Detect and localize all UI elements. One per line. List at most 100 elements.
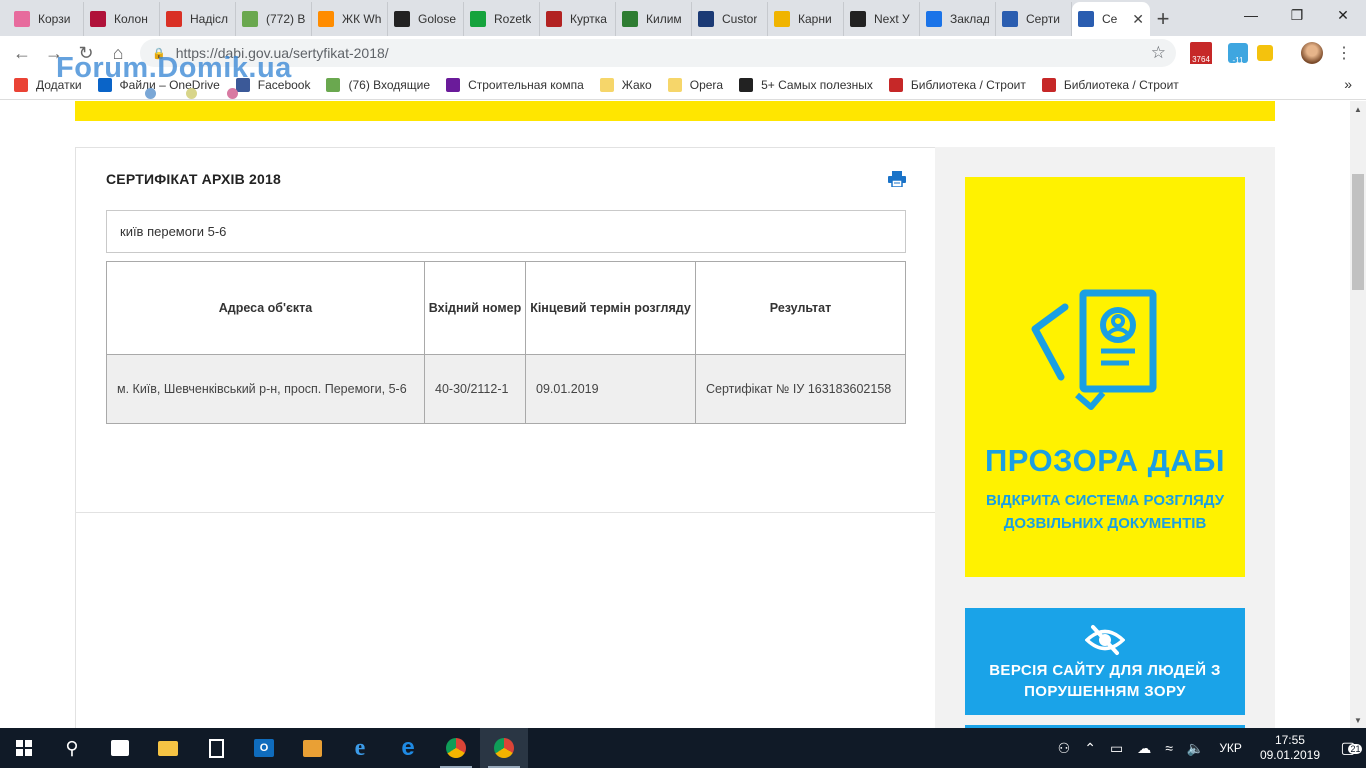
chrome-icon[interactable] xyxy=(432,728,480,768)
tab[interactable]: Rozetk xyxy=(464,2,540,36)
bookmarks-overflow-icon[interactable]: » xyxy=(1344,76,1352,92)
inbox-extension-icon[interactable]: -11 xyxy=(1226,41,1250,65)
prozora-dabi-banner[interactable]: ПРОЗОРА ДАБІ ВІДКРИТА СИСТЕМА РОЗГЛЯДУ Д… xyxy=(965,177,1245,577)
new-tab-button[interactable]: + xyxy=(1150,2,1176,36)
banner-subtitle-line2: ДОЗВІЛЬНИХ ДОКУМЕНТІВ xyxy=(1003,515,1207,532)
people-icon[interactable]: ⚇ xyxy=(1058,740,1071,757)
page-title: СЕРТИФІКАТ АРХІВ 2018 xyxy=(106,171,281,187)
avatar[interactable] xyxy=(1300,41,1324,65)
bookmark-label: Opera xyxy=(689,77,724,92)
accessibility-version-button[interactable]: ВЕРСІЯ САЙТУ ДЛЯ ЛЮДЕЙ З ПОРУШЕННЯМ ЗОРУ xyxy=(965,608,1245,715)
tab[interactable]: Серти xyxy=(996,2,1072,36)
scroll-down-icon[interactable]: ▼ xyxy=(1350,712,1366,728)
square-icon xyxy=(318,11,334,27)
tab-label: Golose xyxy=(418,12,457,26)
tab[interactable]: Карни xyxy=(768,2,844,36)
gmail-extension-icon[interactable]: 3764 xyxy=(1189,41,1213,65)
bookmark-item[interactable]: Opera xyxy=(667,77,724,92)
globe-icon xyxy=(1078,11,1094,27)
file-explorer-icon[interactable] xyxy=(144,728,192,768)
store-icon[interactable] xyxy=(96,728,144,768)
maximize-icon[interactable]: ❐ xyxy=(1274,0,1320,30)
tab[interactable]: Custor xyxy=(692,2,768,36)
back-icon[interactable]: ← xyxy=(6,37,38,69)
tab-label: ЖК Wh xyxy=(342,12,381,26)
url-text[interactable]: https://dabi.gov.ua/sertyfikat-2018/ xyxy=(176,45,1151,61)
save-extension-icon[interactable] xyxy=(1255,41,1275,65)
tab[interactable]: Заклад xyxy=(920,2,996,36)
cloud-icon[interactable]: ☁ xyxy=(1137,740,1151,757)
bookmark-item[interactable]: Строительная компа xyxy=(446,77,584,92)
bookmark-item[interactable]: (76) Входящие xyxy=(326,77,431,92)
mail-icon xyxy=(326,77,341,92)
bookmark-item[interactable]: 5+ Самых полезных xyxy=(739,77,873,92)
scroll-up-icon[interactable]: ▲ xyxy=(1350,101,1366,117)
volume-icon[interactable]: 🔈 xyxy=(1187,740,1204,757)
banner-subtitle-line1: ВІДКРИТА СИСТЕМА РОЗГЛЯДУ xyxy=(985,492,1225,509)
cell-incoming-number: 40-30/2112-1 xyxy=(424,354,526,424)
bookmark-star-icon[interactable]: ☆ xyxy=(1151,43,1166,63)
bookmark-item[interactable]: Библиотека / Строит xyxy=(888,77,1026,92)
bookmark-label: (76) Входящие xyxy=(348,77,431,92)
tab-active[interactable]: Се ✕ xyxy=(1072,2,1150,36)
bookmark-item[interactable]: Жако xyxy=(599,77,652,92)
clock-time: 17:55 xyxy=(1274,733,1305,747)
calculator-icon[interactable] xyxy=(192,728,240,768)
language-indicator[interactable]: УКР xyxy=(1219,741,1242,755)
search-input[interactable] xyxy=(106,210,906,253)
sidebar: ПРОЗОРА ДАБІ ВІДКРИТА СИСТЕМА РОЗГЛЯДУ Д… xyxy=(935,147,1275,728)
apps-icon xyxy=(14,77,28,92)
chrome-active-icon[interactable] xyxy=(480,728,528,768)
search-icon[interactable]: ⚲ xyxy=(48,728,96,768)
tab[interactable]: Next У xyxy=(844,2,920,36)
tab[interactable]: (772) В xyxy=(236,2,312,36)
tab[interactable]: Килим xyxy=(616,2,692,36)
close-window-icon[interactable]: ✕ xyxy=(1320,0,1366,30)
scrollbar-thumb[interactable] xyxy=(1352,174,1364,290)
results-table: Адреса об'єкта Вхідний номер Кінцевий те… xyxy=(106,261,906,424)
folder-icon xyxy=(599,77,614,92)
tab[interactable]: Колон xyxy=(84,2,160,36)
star-icon xyxy=(926,11,942,27)
windows-start-icon[interactable] xyxy=(0,728,48,768)
minimize-icon[interactable]: — xyxy=(1228,0,1274,30)
wifi-icon[interactable]: ≈ xyxy=(1165,740,1173,756)
accessibility-text-line2: ПОРУШЕННЯМ ЗОРУ xyxy=(1024,683,1186,700)
tab[interactable]: Куртка xyxy=(540,2,616,36)
tab-label: Custor xyxy=(722,12,758,26)
tab[interactable]: Надісл xyxy=(160,2,236,36)
exclamation-icon xyxy=(90,11,106,27)
tab-strip: Корзи Колон Надісл (772) В ЖК Wh Golose Rozetk… xyxy=(0,0,1366,36)
tab[interactable]: Корзи xyxy=(8,2,84,36)
blog-icon xyxy=(739,77,754,92)
edge-icon[interactable]: e xyxy=(384,728,432,768)
column-header-incoming-number: Вхідний номер xyxy=(424,261,526,355)
hat-icon xyxy=(546,11,562,27)
clock[interactable]: 17:55 09.01.2019 xyxy=(1260,733,1320,763)
close-tab-icon[interactable]: ✕ xyxy=(1132,11,1144,28)
tab-label: Килим xyxy=(646,12,682,26)
bookmark-label: Строительная компа xyxy=(468,77,584,92)
tab[interactable]: Golose xyxy=(388,2,464,36)
tab[interactable]: ЖК Wh xyxy=(312,2,388,36)
media-player-icon[interactable] xyxy=(288,728,336,768)
watermark-dots xyxy=(145,88,238,99)
notification-icon[interactable]: ▢21 xyxy=(1330,728,1366,768)
column-header-result: Результат xyxy=(695,261,906,355)
battery-icon[interactable]: ▭ xyxy=(1110,740,1123,757)
bookmark-item[interactable]: Библиотека / Строит xyxy=(1041,77,1179,92)
menu-kebab-icon[interactable]: ⋮ xyxy=(1334,41,1354,65)
internet-explorer-icon[interactable]: e xyxy=(336,728,384,768)
tab-label: Колон xyxy=(114,12,148,26)
square-icon xyxy=(446,77,461,92)
outlook-icon[interactable]: O xyxy=(240,728,288,768)
tab-label: Заклад xyxy=(950,12,989,26)
address-bar[interactable]: 🔒 https://dabi.gov.ua/sertyfikat-2018/ ☆ xyxy=(140,39,1176,67)
banner-subtitle: ВІДКРИТА СИСТЕМА РОЗГЛЯДУ ДОЗВІЛЬНИХ ДОК… xyxy=(965,489,1245,535)
vertical-scrollbar[interactable]: ▲ ▼ xyxy=(1350,101,1366,728)
bookmark-label: Библиотека / Строит xyxy=(910,77,1026,92)
page-content: СЕРТИФІКАТ АРХІВ 2018 Адреса об'єкта Вхі… xyxy=(0,101,1350,728)
print-icon[interactable] xyxy=(888,171,906,187)
tray-expand-icon[interactable]: ⌃ xyxy=(1084,740,1096,757)
window-controls: — ❐ ✕ xyxy=(1228,0,1366,30)
